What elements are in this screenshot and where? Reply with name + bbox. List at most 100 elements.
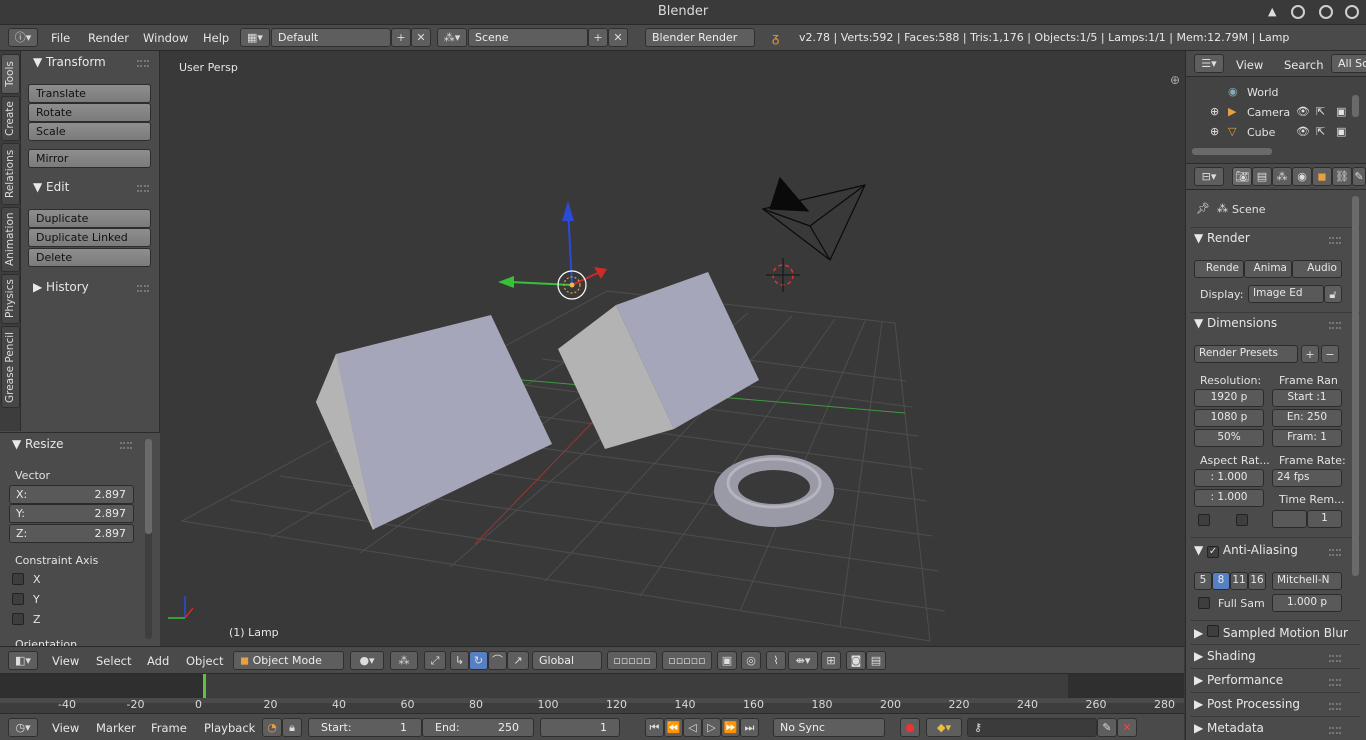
tab-grease-pencil[interactable]: Grease Pencil bbox=[1, 326, 20, 408]
panel-grip-icon[interactable] bbox=[1329, 322, 1341, 329]
shading-icon[interactable]: ●▾ bbox=[350, 651, 384, 670]
expand-icon[interactable]: ⊕ bbox=[1210, 125, 1219, 138]
crop-checkbox[interactable] bbox=[1236, 514, 1248, 526]
expand-icon[interactable]: ⊕ bbox=[1210, 105, 1219, 118]
frame-step-field[interactable]: Fram: 1 bbox=[1272, 429, 1342, 447]
layers-b-icon[interactable]: ▫▫▫▫▫ bbox=[662, 651, 712, 670]
audio-button[interactable]: Audio bbox=[1292, 260, 1342, 278]
menu-playback[interactable]: Playback bbox=[204, 721, 255, 735]
visibility-eye-icon[interactable]: 👁︎ bbox=[1296, 125, 1310, 138]
outliner-vscrollbar[interactable] bbox=[1352, 95, 1359, 117]
panel-grip-icon[interactable] bbox=[120, 442, 132, 449]
aa-samples-11[interactable]: 11 bbox=[1230, 572, 1248, 590]
remove-preset-icon[interactable]: − bbox=[1321, 345, 1339, 363]
orientation-select[interactable]: Global bbox=[532, 651, 602, 670]
edit-panel-title[interactable]: ▼ Edit bbox=[33, 180, 69, 194]
menu-object[interactable]: Object bbox=[186, 654, 223, 668]
modifiers-tab-icon[interactable]: ✎ bbox=[1352, 167, 1366, 186]
editor-type-outliner-icon[interactable]: ☰▾ bbox=[1194, 54, 1224, 73]
border-checkbox[interactable] bbox=[1198, 514, 1210, 526]
performance-panel[interactable]: ▶ Performance bbox=[1194, 673, 1283, 687]
preview-range-icon[interactable]: ◔ bbox=[262, 718, 282, 737]
rotate-button[interactable]: Rotate bbox=[28, 103, 151, 122]
menu-help[interactable]: Help bbox=[203, 31, 229, 45]
outliner-row-camera[interactable]: ⊕ ▶ Camera 👁︎ ⇱ ▣ bbox=[1186, 102, 1351, 122]
scale-button[interactable]: Scale bbox=[28, 122, 151, 141]
display-select[interactable]: Image Ed bbox=[1248, 285, 1324, 303]
screen-layout-icon[interactable]: ▦▾ bbox=[240, 28, 270, 47]
select-arrow-icon[interactable]: ⇱ bbox=[1316, 125, 1325, 138]
world-tab-icon[interactable]: ◉ bbox=[1292, 167, 1312, 186]
render-image-icon[interactable]: ◙ bbox=[846, 651, 866, 670]
menu-frame[interactable]: Frame bbox=[151, 721, 187, 735]
scene-icon[interactable]: ⁂▾ bbox=[437, 28, 467, 47]
render-engine-select[interactable]: Blender Render bbox=[645, 28, 755, 47]
add-screen-icon[interactable]: + bbox=[391, 28, 411, 47]
menu-add[interactable]: Add bbox=[147, 654, 169, 668]
history-panel-title[interactable]: ▶ History bbox=[33, 280, 89, 294]
frame-start-field[interactable]: Start :1 bbox=[1272, 389, 1342, 407]
render-layers-tab-icon[interactable]: ▤ bbox=[1252, 167, 1272, 186]
close-icon[interactable] bbox=[1345, 5, 1359, 19]
jump-start-icon[interactable]: ⏮ bbox=[645, 718, 664, 737]
keying-set-field[interactable]: ⚷ bbox=[967, 718, 1097, 737]
editor-type-properties-icon[interactable]: ⊟▾ bbox=[1194, 167, 1224, 186]
add-scene-icon[interactable]: + bbox=[588, 28, 608, 47]
manipulator-icon[interactable]: ⤢ bbox=[424, 651, 446, 670]
panel-grip-icon[interactable] bbox=[1329, 703, 1341, 710]
jump-end-icon[interactable]: ⏭ bbox=[740, 718, 759, 737]
properties-scrollbar[interactable] bbox=[1352, 196, 1359, 576]
remove-screen-icon[interactable]: ✕ bbox=[411, 28, 431, 47]
scene-field[interactable]: Scene bbox=[468, 28, 588, 47]
scale-tool-icon[interactable]: ↗ bbox=[507, 651, 529, 670]
current-frame-marker[interactable] bbox=[203, 674, 206, 698]
timeline[interactable]: -40 -20 0 20 40 60 80 100 120 140 160 180 200 220 240 2… bbox=[0, 673, 1184, 713]
full-sample-checkbox[interactable] bbox=[1198, 597, 1210, 609]
menu-tl-view[interactable]: View bbox=[52, 721, 79, 735]
mirror-button[interactable]: Mirror bbox=[28, 149, 151, 168]
editor-type-info-icon[interactable]: ⓘ▾ bbox=[8, 28, 38, 47]
translate-button[interactable]: Translate bbox=[28, 84, 151, 103]
duplicate-linked-button[interactable]: Duplicate Linked bbox=[28, 228, 151, 247]
tab-animation[interactable]: Animation bbox=[1, 207, 20, 272]
constraint-z-checkbox[interactable] bbox=[12, 613, 24, 625]
aa-samples-16[interactable]: 16 bbox=[1248, 572, 1266, 590]
translate-manip-icon[interactable]: ↳ bbox=[450, 651, 469, 670]
menu-view[interactable]: View bbox=[52, 654, 79, 668]
smb-checkbox-icon[interactable] bbox=[1207, 625, 1220, 637]
aa-filter-select[interactable]: Mitchell-N bbox=[1272, 572, 1342, 590]
aa-checkbox-icon[interactable]: ✓ bbox=[1207, 546, 1220, 558]
lock-range-icon[interactable]: 🔒︎ bbox=[282, 718, 302, 737]
panel-grip-icon[interactable] bbox=[1329, 727, 1341, 734]
aa-samples-8[interactable]: 8 bbox=[1212, 572, 1230, 590]
current-frame-field[interactable]: 1 bbox=[540, 718, 620, 737]
panel-scrollbar[interactable] bbox=[145, 439, 152, 639]
transform-panel-title[interactable]: ▼ Transform bbox=[33, 55, 106, 69]
restore-icon[interactable] bbox=[1319, 5, 1333, 19]
outliner-filter-select[interactable]: All Sc bbox=[1331, 54, 1366, 73]
metadata-panel[interactable]: ▶ Metadata bbox=[1194, 721, 1264, 735]
outliner-row-cube[interactable]: ⊕ ▽ Cube 👁︎ ⇱ ▣ bbox=[1186, 122, 1351, 142]
scene-tab-icon[interactable]: ⁂ bbox=[1272, 167, 1292, 186]
panel-grip-icon[interactable] bbox=[1329, 549, 1341, 556]
play-reverse-icon[interactable]: ◁ bbox=[683, 718, 702, 737]
editor-type-3d-icon[interactable]: ◧▾ bbox=[8, 651, 38, 670]
proportional-icon[interactable]: ◎ bbox=[741, 651, 761, 670]
keying-set-icon[interactable]: ◆▾ bbox=[926, 718, 962, 737]
scale-manip-icon[interactable]: ⌒ bbox=[488, 651, 507, 670]
render-camera-icon[interactable]: ▣ bbox=[1336, 105, 1346, 118]
render-anim-icon[interactable]: ▤ bbox=[866, 651, 886, 670]
constraint-x-checkbox[interactable] bbox=[12, 573, 24, 585]
resolution-x-field[interactable]: 1920 p bbox=[1194, 389, 1264, 407]
frame-end-field[interactable]: En: 250 bbox=[1272, 409, 1342, 427]
rotate-manip-icon[interactable]: ↻ bbox=[469, 651, 488, 670]
maximize-icon[interactable] bbox=[1291, 5, 1305, 19]
display-lock-icon[interactable]: 🔓︎ bbox=[1324, 285, 1342, 303]
frame-rate-select[interactable]: 24 fps bbox=[1272, 469, 1342, 487]
remove-scene-icon[interactable]: ✕ bbox=[608, 28, 628, 47]
mode-select[interactable]: ◼ Object Mode bbox=[233, 651, 344, 670]
dimensions-panel-title[interactable]: ▼ Dimensions bbox=[1194, 316, 1277, 330]
menu-file[interactable]: File bbox=[51, 31, 70, 45]
add-preset-icon[interactable]: + bbox=[1301, 345, 1319, 363]
panel-grip-icon[interactable] bbox=[1329, 237, 1341, 244]
